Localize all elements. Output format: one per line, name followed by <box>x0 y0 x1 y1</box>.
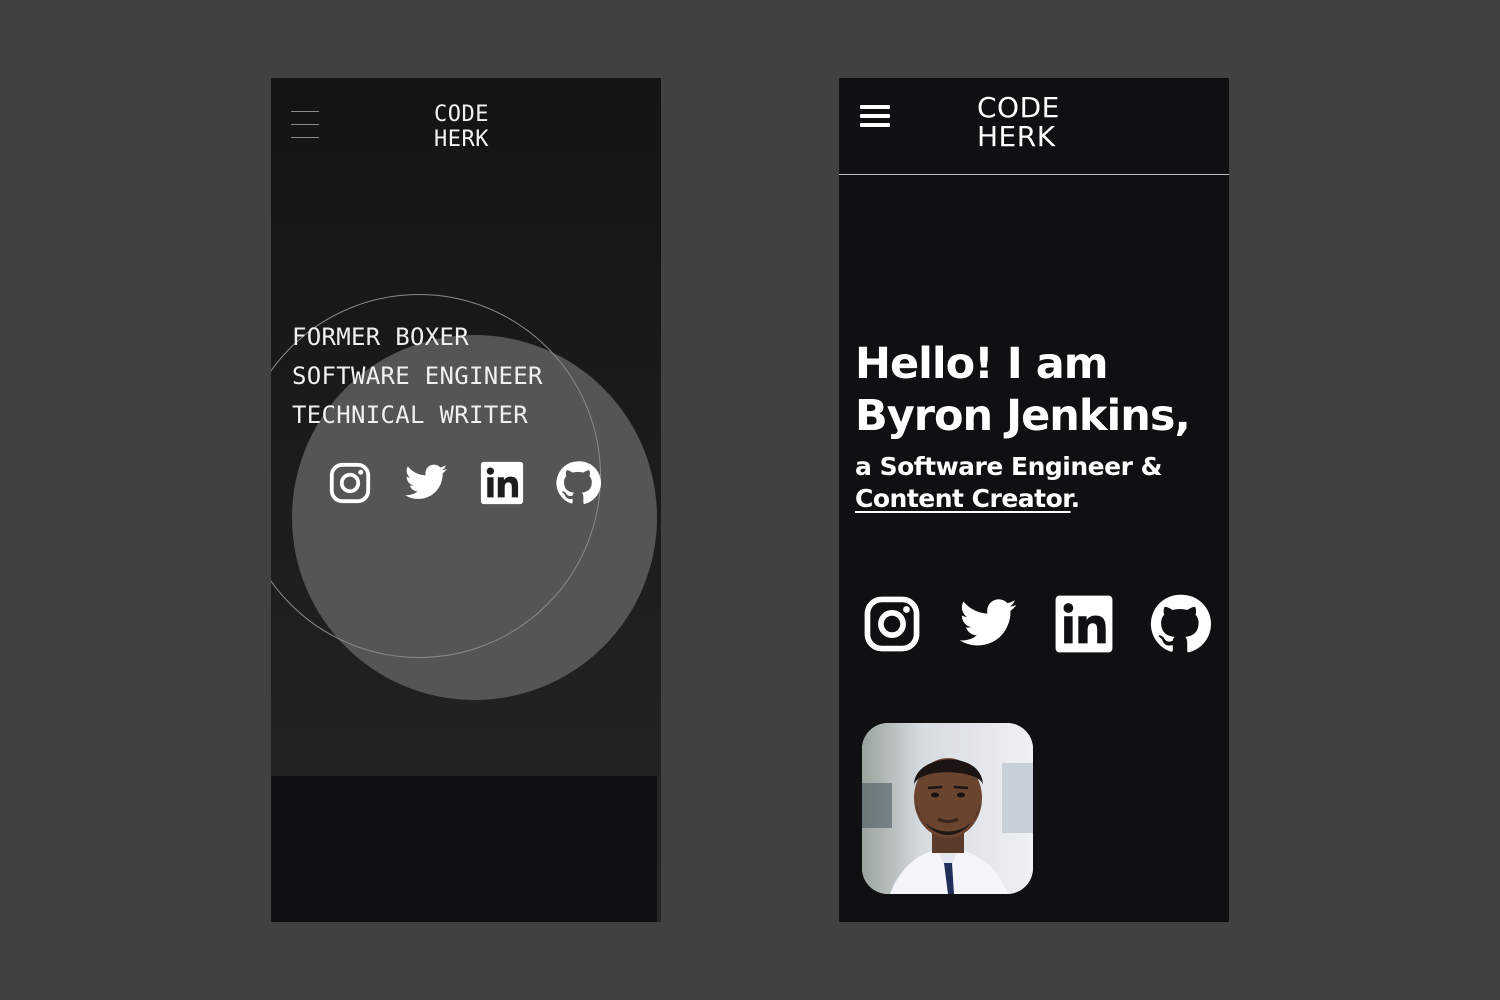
social-links <box>861 593 1211 655</box>
twitter-icon[interactable] <box>403 460 449 506</box>
github-icon[interactable] <box>555 460 601 506</box>
hero-subtitle: a Software Engineer & Content Creator. <box>855 451 1162 515</box>
profile-photo <box>862 723 1033 894</box>
hero-heading-line-2: Byron Jenkins, <box>855 391 1191 441</box>
left-phone-screen: CODE HERK FORMER BOXER SOFTWARE ENGINEER… <box>271 78 661 922</box>
right-phone-screen: CODE HERK Hello! I am Byron Jenkins, a S… <box>839 78 1229 922</box>
instagram-icon[interactable] <box>327 460 373 506</box>
tagline-item: TECHNICAL WRITER <box>292 401 528 429</box>
social-links <box>327 460 601 506</box>
portrait-illustration <box>862 723 1033 894</box>
instagram-icon[interactable] <box>861 593 923 655</box>
subtitle-line-1: a Software Engineer & <box>855 452 1162 481</box>
footer-band <box>271 776 657 922</box>
logo-line-2: HERK <box>977 120 1056 153</box>
tagline-list: FORMER BOXER SOFTWARE ENGINEER TECHNICAL… <box>292 318 543 435</box>
logo-line-2: HERK <box>434 127 489 152</box>
site-logo[interactable]: CODE HERK <box>977 93 1060 151</box>
tagline-item: SOFTWARE ENGINEER <box>292 362 543 390</box>
linkedin-icon[interactable] <box>1053 593 1115 655</box>
github-icon[interactable] <box>1149 593 1211 655</box>
content-creator-link[interactable]: Content Creator <box>855 484 1071 513</box>
header-divider <box>839 174 1229 175</box>
menu-icon[interactable] <box>860 105 890 129</box>
logo-line-1: CODE <box>434 102 489 127</box>
site-logo[interactable]: CODE HERK <box>434 102 489 152</box>
tagline-item: FORMER BOXER <box>292 323 469 351</box>
logo-line-1: CODE <box>977 91 1060 124</box>
twitter-icon[interactable] <box>957 593 1019 655</box>
hero-heading-line-1: Hello! I am <box>855 339 1109 389</box>
linkedin-icon[interactable] <box>479 460 525 506</box>
subtitle-period: . <box>1070 484 1081 513</box>
hero-heading: Hello! I am Byron Jenkins, <box>855 338 1191 442</box>
menu-icon[interactable] <box>291 111 319 139</box>
